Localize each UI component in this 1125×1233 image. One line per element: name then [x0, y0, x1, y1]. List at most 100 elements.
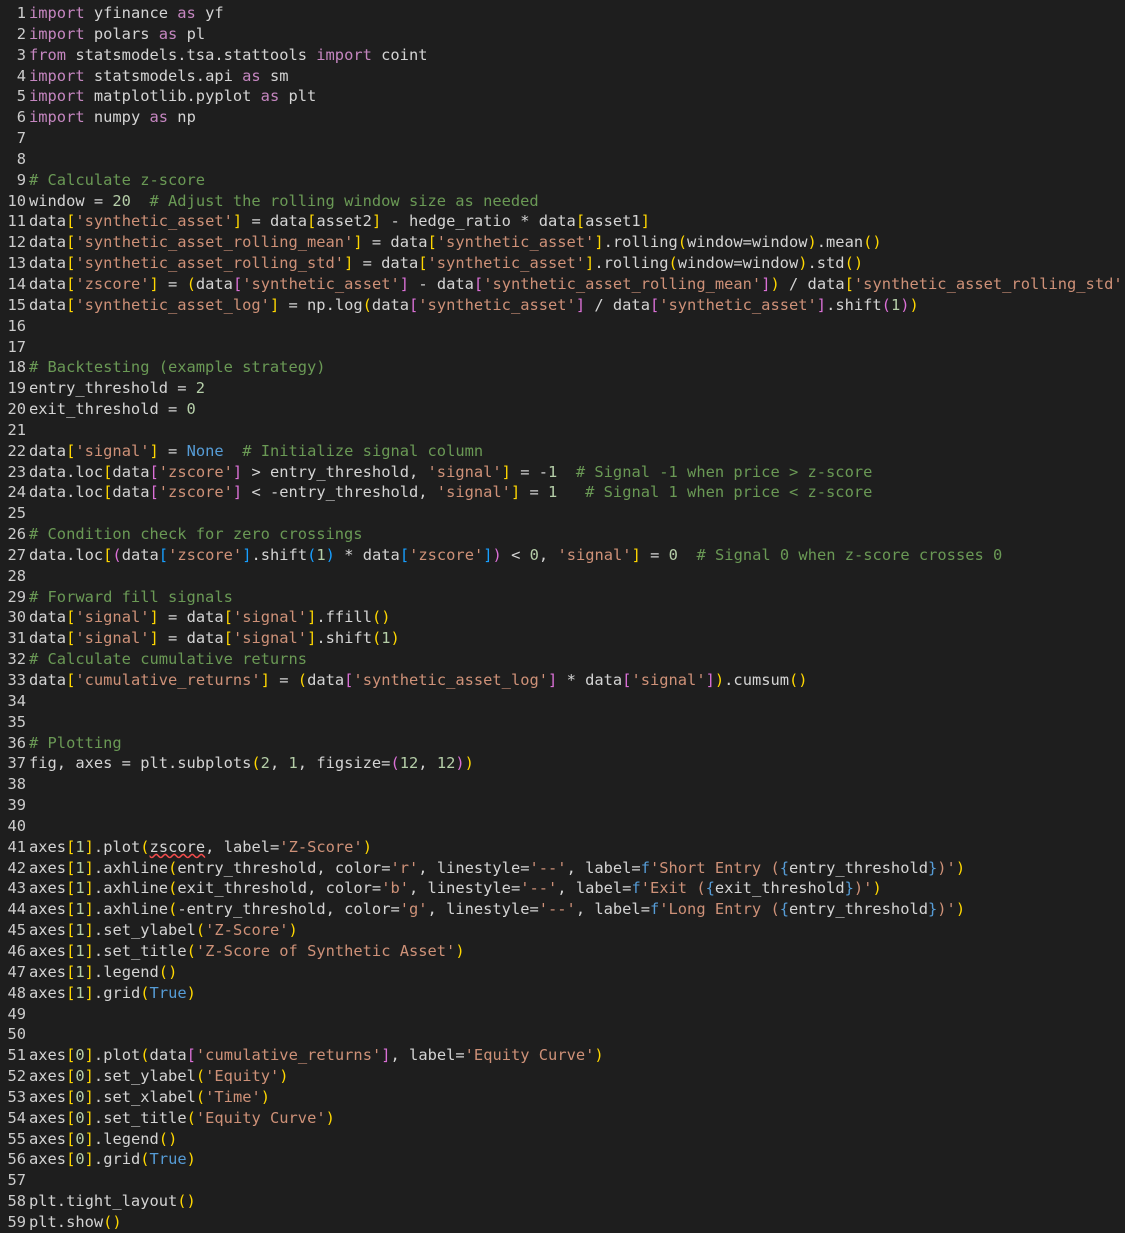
code-text[interactable]: data.loc[data['zscore'] > entry_threshol…: [29, 462, 872, 483]
code-line[interactable]: 35: [0, 712, 1125, 733]
code-line[interactable]: 49: [0, 1004, 1125, 1025]
code-line[interactable]: 47 axes[1].legend(): [0, 962, 1125, 983]
code-line[interactable]: 58 plt.tight_layout(): [0, 1191, 1125, 1212]
code-line[interactable]: 8: [0, 149, 1125, 170]
code-text[interactable]: data['signal'] = data['signal'].shift(1): [29, 628, 400, 649]
code-text[interactable]: data['synthetic_asset_rolling_std'] = da…: [29, 253, 863, 274]
code-text[interactable]: data['signal'] = data['signal'].ffill(): [29, 607, 391, 628]
code-line[interactable]: 1 import yfinance as yf: [0, 3, 1125, 24]
code-line[interactable]: 48 axes[1].grid(True): [0, 983, 1125, 1004]
code-line[interactable]: 23 data.loc[data['zscore'] > entry_thresh…: [0, 462, 1125, 483]
code-line[interactable]: 46 axes[1].set_title('Z-Score of Syntheti…: [0, 941, 1125, 962]
code-line[interactable]: 6 import numpy as np: [0, 107, 1125, 128]
code-text[interactable]: axes[1].axhline(-entry_threshold, color=…: [29, 899, 965, 920]
code-line[interactable]: 27 data.loc[(data['zscore'].shift(1) * da…: [0, 545, 1125, 566]
code-text[interactable]: axes[1].axhline(exit_threshold, color='b…: [29, 878, 882, 899]
code-text[interactable]: data['synthetic_asset_rolling_mean'] = d…: [29, 232, 882, 253]
code-line[interactable]: 26 # Condition check for zero crossings: [0, 524, 1125, 545]
code-line[interactable]: 55 axes[0].legend(): [0, 1129, 1125, 1150]
code-text[interactable]: axes[0].set_xlabel('Time'): [29, 1087, 270, 1108]
code-line[interactable]: 45 axes[1].set_ylabel('Z-Score'): [0, 920, 1125, 941]
code-line[interactable]: 30 data['signal'] = data['signal'].ffill(…: [0, 607, 1125, 628]
code-text[interactable]: axes[0].plot(data['cumulative_returns'],…: [29, 1045, 604, 1066]
code-text[interactable]: axes[1].set_title('Z-Score of Synthetic …: [29, 941, 465, 962]
code-line[interactable]: 18 # Backtesting (example strategy): [0, 357, 1125, 378]
code-text[interactable]: data.loc[(data['zscore'].shift(1) * data…: [29, 545, 1002, 566]
code-line[interactable]: 39: [0, 795, 1125, 816]
code-line[interactable]: 10 window = 20 # Adjust the rolling windo…: [0, 191, 1125, 212]
code-line[interactable]: 32 # Calculate cumulative returns: [0, 649, 1125, 670]
code-line[interactable]: 38: [0, 774, 1125, 795]
code-line[interactable]: 31 data['signal'] = data['signal'].shift(…: [0, 628, 1125, 649]
code-text[interactable]: window = 20 # Adjust the rolling window …: [29, 191, 539, 212]
code-line[interactable]: 57: [0, 1170, 1125, 1191]
code-text[interactable]: fig, axes = plt.subplots(2, 1, figsize=(…: [29, 753, 474, 774]
code-line[interactable]: 41 axes[1].plot(zscore, label='Z-Score'): [0, 837, 1125, 858]
code-line[interactable]: 44 axes[1].axhline(-entry_threshold, colo…: [0, 899, 1125, 920]
code-text[interactable]: # Forward fill signals: [29, 587, 233, 608]
code-line[interactable]: 36 # Plotting: [0, 733, 1125, 754]
code-text[interactable]: data['cumulative_returns'] = (data['synt…: [29, 670, 808, 691]
code-text[interactable]: import statsmodels.api as sm: [29, 66, 289, 87]
code-text[interactable]: import numpy as np: [29, 107, 196, 128]
code-text[interactable]: axes[1].grid(True): [29, 983, 196, 1004]
code-text[interactable]: plt.tight_layout(): [29, 1191, 196, 1212]
code-line[interactable]: 28: [0, 566, 1125, 587]
code-text[interactable]: axes[0].set_title('Equity Curve'): [29, 1108, 335, 1129]
code-line[interactable]: 16: [0, 316, 1125, 337]
code-line[interactable]: 54 axes[0].set_title('Equity Curve'): [0, 1108, 1125, 1129]
code-line[interactable]: 14 data['zscore'] = (data['synthetic_asse…: [0, 274, 1125, 295]
code-text[interactable]: data['zscore'] = (data['synthetic_asset'…: [29, 274, 1125, 295]
code-text[interactable]: axes[0].grid(True): [29, 1149, 196, 1170]
code-line[interactable]: 7: [0, 128, 1125, 149]
code-text[interactable]: plt.show(): [29, 1212, 122, 1233]
code-text[interactable]: data.loc[data['zscore'] < -entry_thresho…: [29, 482, 872, 503]
code-line[interactable]: 24 data.loc[data['zscore'] < -entry_thres…: [0, 482, 1125, 503]
code-line[interactable]: 50: [0, 1024, 1125, 1045]
code-text[interactable]: axes[1].set_ylabel('Z-Score'): [29, 920, 298, 941]
code-text[interactable]: import yfinance as yf: [29, 3, 224, 24]
code-line[interactable]: 42 axes[1].axhline(entry_threshold, color…: [0, 858, 1125, 879]
code-text[interactable]: # Condition check for zero crossings: [29, 524, 363, 545]
code-text[interactable]: # Calculate z-score: [29, 170, 205, 191]
code-text[interactable]: entry_threshold = 2: [29, 378, 205, 399]
code-line[interactable]: 9 # Calculate z-score: [0, 170, 1125, 191]
code-line[interactable]: 12 data['synthetic_asset_rolling_mean'] =…: [0, 232, 1125, 253]
code-line[interactable]: 25: [0, 503, 1125, 524]
code-text[interactable]: data['signal'] = None # Initialize signa…: [29, 441, 483, 462]
code-line[interactable]: 29 # Forward fill signals: [0, 587, 1125, 608]
code-line[interactable]: 2 import polars as pl: [0, 24, 1125, 45]
code-text[interactable]: # Backtesting (example strategy): [29, 357, 326, 378]
code-text[interactable]: axes[1].axhline(entry_threshold, color='…: [29, 858, 965, 879]
code-line[interactable]: 59 plt.show(): [0, 1212, 1125, 1233]
code-line[interactable]: 13 data['synthetic_asset_rolling_std'] = …: [0, 253, 1125, 274]
code-text[interactable]: # Plotting: [29, 733, 122, 754]
code-line[interactable]: 19 entry_threshold = 2: [0, 378, 1125, 399]
code-text[interactable]: axes[1].legend(): [29, 962, 177, 983]
code-text[interactable]: axes[0].set_ylabel('Equity'): [29, 1066, 289, 1087]
code-text[interactable]: exit_threshold = 0: [29, 399, 196, 420]
code-line[interactable]: 40: [0, 816, 1125, 837]
code-line[interactable]: 11 data['synthetic_asset'] = data[asset2]…: [0, 211, 1125, 232]
code-text[interactable]: from statsmodels.tsa.stattools import co…: [29, 45, 427, 66]
code-line[interactable]: 34: [0, 691, 1125, 712]
code-editor[interactable]: 1 import yfinance as yf 2 import polars as …: [0, 0, 1125, 1232]
code-text[interactable]: axes[0].legend(): [29, 1129, 177, 1150]
code-text[interactable]: data['synthetic_asset_log'] = np.log(dat…: [29, 295, 919, 316]
code-line[interactable]: 56 axes[0].grid(True): [0, 1149, 1125, 1170]
code-text[interactable]: import matplotlib.pyplot as plt: [29, 86, 316, 107]
code-line[interactable]: 51 axes[0].plot(data['cumulative_returns'…: [0, 1045, 1125, 1066]
code-line[interactable]: 20 exit_threshold = 0: [0, 399, 1125, 420]
code-text[interactable]: data['synthetic_asset'] = data[asset2] -…: [29, 211, 650, 232]
code-text[interactable]: # Calculate cumulative returns: [29, 649, 307, 670]
code-line[interactable]: 5 import matplotlib.pyplot as plt: [0, 86, 1125, 107]
code-line[interactable]: 3 from statsmodels.tsa.stattools import c…: [0, 45, 1125, 66]
code-line[interactable]: 43 axes[1].axhline(exit_threshold, color=…: [0, 878, 1125, 899]
code-line[interactable]: 15 data['synthetic_asset_log'] = np.log(d…: [0, 295, 1125, 316]
code-text[interactable]: axes[1].plot(zscore, label='Z-Score'): [29, 837, 372, 858]
code-line[interactable]: 33 data['cumulative_returns'] = (data['sy…: [0, 670, 1125, 691]
code-line[interactable]: 21: [0, 420, 1125, 441]
code-line[interactable]: 52 axes[0].set_ylabel('Equity'): [0, 1066, 1125, 1087]
code-line[interactable]: 37 fig, axes = plt.subplots(2, 1, figsize…: [0, 753, 1125, 774]
code-line[interactable]: 4 import statsmodels.api as sm: [0, 66, 1125, 87]
